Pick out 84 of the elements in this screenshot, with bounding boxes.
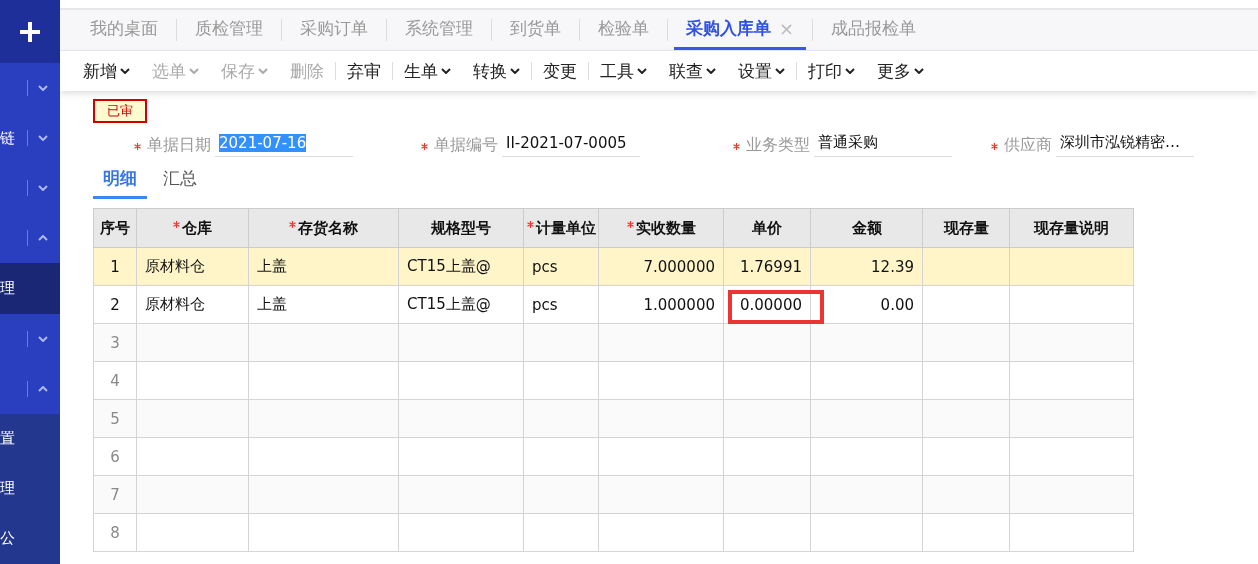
field-label: 单据日期 [147, 134, 211, 156]
table-cell: 1.000000 [643, 295, 715, 314]
input-field[interactable]: 深圳市泓锐精密… [1056, 133, 1194, 157]
table-cell: 12.39 [871, 257, 914, 276]
column-header: 金额 [851, 218, 882, 237]
table-cell: pcs [532, 257, 558, 276]
toolbar-button[interactable]: 弃审 [336, 59, 392, 83]
tab[interactable]: 汇总 [153, 163, 207, 199]
toolbar-button[interactable]: 新增 [72, 59, 141, 83]
table-cell: 7.000000 [643, 257, 715, 276]
caret-icon [189, 68, 199, 74]
toolbar-button[interactable]: 生单 [393, 59, 462, 83]
table-cell: 原材料仓 [145, 295, 205, 313]
required-icon [289, 220, 296, 228]
caret-icon [510, 68, 520, 74]
row-number: 5 [110, 409, 120, 428]
sidebar-item[interactable]: 理 [0, 463, 60, 514]
chevron-up-icon [38, 385, 48, 392]
column-header: 实收数量 [635, 218, 696, 237]
row-number: 6 [110, 447, 120, 466]
status-stamp: 已审 [93, 99, 147, 123]
sidebar-item[interactable]: 置 [0, 413, 60, 464]
input-field[interactable]: 普通采购 [814, 133, 952, 157]
toolbar-button[interactable]: 更多 [866, 59, 935, 83]
toolbar-button[interactable]: 变更 [532, 59, 588, 83]
column-header: 规格型号 [431, 218, 491, 237]
sidebar-item[interactable]: 公 [0, 513, 60, 564]
toolbar-button[interactable]: 设置 [727, 59, 796, 83]
menu-label[interactable]: 链 [0, 128, 15, 148]
caret-icon [637, 68, 647, 74]
tab[interactable]: 明细 [93, 163, 147, 199]
row-number: 3 [110, 333, 120, 352]
caret-icon [706, 68, 716, 74]
table-cell: CT15上盖@ [407, 257, 491, 275]
caret-icon [258, 68, 268, 74]
field-label: 业务类型 [746, 134, 810, 156]
add-button[interactable] [0, 0, 60, 64]
toolbar-button[interactable]: 打印 [797, 59, 866, 83]
table-cell: 原材料仓 [145, 257, 205, 275]
plus-icon [18, 19, 42, 44]
column-header: 序号 [100, 218, 130, 237]
column-header: 计量单位 [535, 218, 596, 237]
table-cell: 上盖 [257, 295, 287, 313]
toolbar-button[interactable]: 联查 [658, 59, 727, 83]
required-icon [733, 142, 740, 150]
required-icon [991, 142, 998, 150]
column-header: 仓库 [182, 218, 212, 237]
chevron-up-icon [38, 235, 48, 242]
required-icon [173, 220, 180, 228]
chevron-down-icon [38, 185, 48, 192]
required-icon [526, 220, 534, 228]
tab[interactable]: 采购入库单 × [674, 10, 807, 50]
column-header: 存货名称 [298, 218, 358, 237]
chevron-down-icon [38, 135, 48, 142]
caret-icon [914, 68, 924, 74]
table-cell: pcs [532, 295, 558, 314]
chevron-down-icon [38, 85, 48, 92]
row-number: 8 [110, 523, 120, 542]
field-label: 单据编号 [434, 134, 498, 156]
table-cell: 0.00 [880, 295, 914, 314]
table-cell: 上盖 [257, 257, 287, 275]
caret-icon [441, 68, 451, 74]
required-icon [134, 142, 141, 150]
column-header: 单价 [752, 218, 782, 237]
input-field[interactable]: II-2021-07-0005 [502, 133, 640, 157]
table-cell: 0.00000 [739, 295, 802, 314]
required-icon [626, 220, 634, 228]
caret-icon [845, 68, 855, 74]
required-icon [421, 142, 428, 150]
chevron-down-icon [38, 335, 48, 342]
row-number: 4 [110, 371, 120, 390]
caret-icon [775, 68, 785, 74]
toolbar-button[interactable]: 工具 [589, 59, 658, 83]
sidebar-item[interactable]: 理 [0, 263, 60, 314]
column-header: 现存量说明 [1034, 218, 1109, 237]
caret-icon [120, 68, 130, 74]
table-cell: 1.76991 [739, 257, 802, 276]
row-number: 1 [110, 257, 120, 276]
row-number: 2 [110, 295, 120, 314]
toolbar-button[interactable]: 转换 [462, 59, 531, 83]
field-label: 供应商 [1004, 134, 1052, 156]
row-number: 7 [110, 485, 120, 504]
table-cell: CT15上盖@ [407, 295, 491, 313]
column-header: 现存量 [943, 218, 989, 237]
